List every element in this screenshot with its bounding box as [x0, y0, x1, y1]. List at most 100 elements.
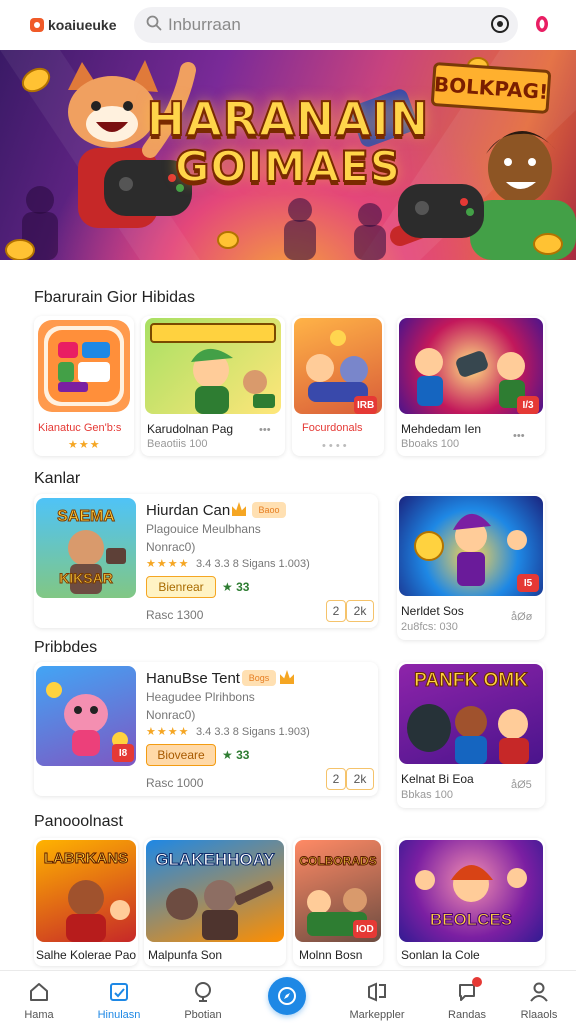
game-meta: åØ5: [511, 779, 532, 791]
quantity-unit[interactable]: 2k: [346, 768, 374, 790]
nav-label: Hinulasn: [97, 1009, 141, 1021]
search-bar[interactable]: [134, 7, 518, 43]
get-button[interactable]: Bioveare: [146, 744, 216, 766]
nav-marketplace[interactable]: Markeppler: [342, 975, 412, 1023]
notification-icon[interactable]: [531, 13, 553, 35]
game-subtitle: Beaotiis 100: [147, 438, 208, 450]
banner-tag: BOLKPAG!: [430, 61, 552, 115]
game-description: Plagouice Meulbhans: [146, 522, 261, 536]
section-title: Fbarurain Gior Hibidas: [34, 289, 195, 306]
get-button[interactable]: Bienrear: [146, 576, 216, 598]
game-title: Kelnat Bi Eoa: [401, 772, 474, 786]
section-title: Pribbdes: [34, 639, 98, 656]
nav-notifications[interactable]: Randas: [432, 975, 502, 1023]
game-thumbnail: LABRKANS: [36, 840, 136, 942]
more-dots-icon[interactable]: •••: [259, 424, 271, 436]
banner-title-line2: GOIMAES: [174, 141, 402, 192]
game-subtitle: 2u8fcs: 030: [401, 621, 458, 633]
rank-badge: I/3: [517, 396, 539, 414]
game-title: Nerldet Sos: [401, 604, 464, 618]
rating-text: 3.4 3.3 8 Sigans 1.903): [196, 726, 310, 738]
search-icon: [146, 15, 162, 36]
nav-home[interactable]: Hama: [4, 975, 74, 1023]
rank-badge: I8: [112, 744, 134, 762]
game-meta: åØø: [511, 611, 533, 623]
game-card[interactable]: LABRKANS Salhe Kolerae Pao: [34, 838, 138, 966]
app-icon: [44, 326, 124, 406]
game-title: Mehdedam Ien: [401, 422, 482, 436]
nav-profile[interactable]: Rlaaols: [504, 975, 574, 1023]
game-art: [150, 323, 276, 414]
quantity-value[interactable]: 2: [326, 768, 346, 790]
thumb-text: LABRKANS: [43, 850, 129, 868]
nav-label: Markeppler: [349, 1009, 405, 1021]
rank-badge: IRB: [354, 396, 378, 414]
section-title: Kanlar: [34, 470, 81, 487]
quantity-unit[interactable]: 2k: [346, 600, 374, 622]
game-thumbnail: BEOLCES: [399, 840, 543, 942]
search-input[interactable]: [168, 15, 468, 35]
game-thumbnail: [38, 320, 130, 412]
nav-photos[interactable]: Pbotian: [168, 975, 238, 1023]
game-subtitle: Bboaks 100: [401, 438, 460, 450]
page-dots: • • • •: [322, 440, 347, 452]
crown-icon: [232, 502, 246, 516]
featured-game-card[interactable]: I8 HanuBse Tent Bogs Heagudee Plrihbons …: [34, 662, 378, 796]
game-card[interactable]: COLBORADS IOD Molnn Bosn: [293, 838, 383, 966]
game-description: Heagudee Plrihbons: [146, 690, 255, 704]
nav-games[interactable]: Hinulasn: [84, 975, 154, 1023]
game-card[interactable]: I5 Nerldet Sos 2u8fcs: 030 åØø: [397, 494, 545, 640]
game-card[interactable]: I/3 Mehdedam Ien Bboaks 100 •••: [397, 316, 545, 456]
game-card[interactable]: BEOLCES Sonlan Ia Cole: [397, 838, 545, 966]
game-card[interactable]: PANFK OMK Kelnat Bi Eoa Bbkas 100 åØ5: [397, 662, 545, 808]
thumb-text: KIKSAR: [59, 570, 114, 587]
crown-icon: [280, 670, 294, 684]
thumb-text: PANFK OMK: [414, 670, 529, 692]
thumb-text: SAEMA: [57, 508, 116, 526]
brand-icon: [30, 18, 44, 32]
bottom-navigation: Hama Hinulasn Pbotian Markeppler Randas …: [0, 970, 576, 1024]
profile-icon: [526, 979, 552, 1005]
app-logo[interactable]: koaiueuke: [30, 17, 125, 33]
game-card[interactable]: Kianatuc Gen'b:s ★★★: [34, 316, 134, 456]
nav-label: Randas: [448, 1009, 486, 1021]
games-icon: [106, 979, 132, 1005]
game-description: Nonrac0): [146, 708, 196, 722]
notification-dot: [472, 977, 482, 987]
top-bar: koaiueuke: [0, 0, 576, 50]
rating-stars: ★★★: [68, 439, 101, 451]
game-card[interactable]: Karudolnan Pag Beaotiis 100 •••: [141, 316, 285, 456]
quantity-value[interactable]: 2: [326, 600, 346, 622]
featured-game-card[interactable]: SAEMA KIKSAR Hiurdan Can Baoo Plagouice …: [34, 494, 378, 628]
camera-icon[interactable]: [489, 13, 511, 35]
game-card[interactable]: GLAKEHHOAY Malpunfa Son: [144, 838, 286, 966]
bonus-text: ★ 33: [222, 748, 250, 762]
game-subtitle: Bbkas 100: [401, 789, 453, 801]
rank-badge: IOD: [353, 920, 377, 938]
hero-banner[interactable]: HARANAIN GOIMAES BOLKPAG!: [0, 50, 576, 260]
game-thumbnail: [145, 318, 281, 414]
marketplace-icon: [364, 979, 390, 1005]
more-dots-icon[interactable]: •••: [513, 430, 525, 442]
thumb-text: BEOLCES: [429, 910, 513, 930]
game-thumbnail: SAEMA KIKSAR: [36, 498, 136, 598]
game-card[interactable]: IRB Focurdonals • • • •: [292, 316, 384, 456]
rank-badge: I5: [517, 574, 539, 592]
game-title: Karudolnan Pag: [147, 422, 234, 436]
price-text: Rasc 1300: [146, 608, 204, 622]
nav-label: Rlaaols: [520, 1009, 558, 1021]
trophy-icon: [190, 979, 216, 1005]
section-title: Panooolnast: [34, 813, 123, 830]
game-title: HanuBse Tent: [146, 670, 240, 687]
bonus-text: ★ 33: [222, 580, 250, 594]
nav-center-button[interactable]: [268, 977, 306, 1015]
game-title: Salhe Kolerae Pao: [36, 948, 137, 962]
game-description: Nonrac0): [146, 540, 196, 554]
brand-name: koaiueuke: [48, 17, 117, 33]
nav-label: Hama: [24, 1009, 54, 1021]
rating-stars: ★★★★: [146, 726, 190, 738]
game-title: Kianatuc Gen'b:s: [38, 422, 122, 434]
compass-icon: [278, 987, 296, 1005]
game-title: Molnn Bosn: [299, 948, 363, 962]
nav-label: Pbotian: [184, 1009, 222, 1021]
